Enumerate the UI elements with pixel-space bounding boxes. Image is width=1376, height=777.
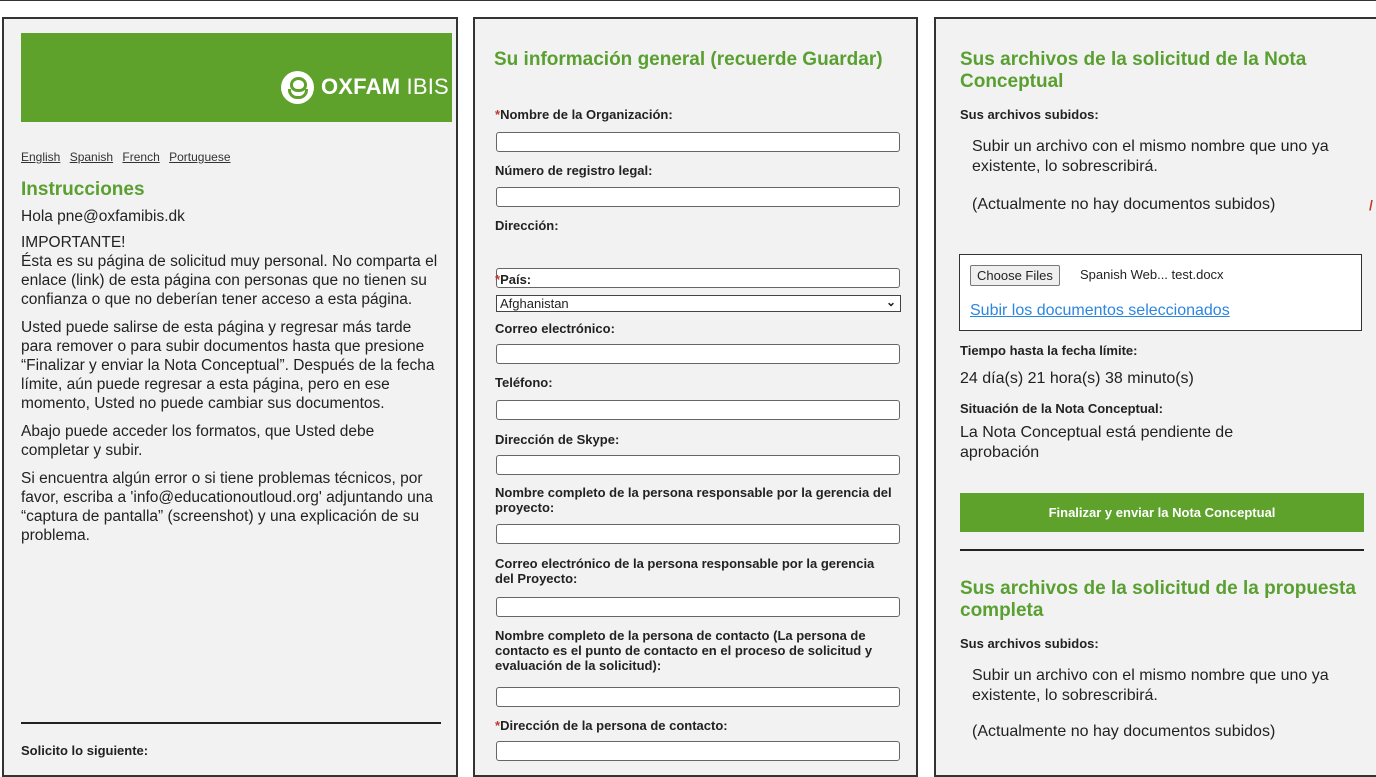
lang-portuguese-link[interactable]: Portuguese [169,150,230,164]
email-label: Correo electrónico: [495,321,615,336]
skype-label: Dirección de Skype: [495,432,620,447]
country-label: *País: [495,272,532,287]
contact-address-input[interactable] [496,741,900,761]
divider [21,722,441,724]
concept-no-docs: (Actualmente no hay documentos subidos) [972,196,1276,213]
oxfam-logo-text: OXFAM IBIS [321,74,449,99]
address-label: Dirección: [495,218,559,233]
phone-input[interactable] [496,400,900,420]
org-name-input[interactable] [496,132,900,152]
manager-email-input[interactable] [496,597,900,617]
instructions-para-3: Abajo puede acceder los formatos, que Us… [21,423,375,459]
concept-upload-box: Choose Files Spanish Web... test.docx Su… [959,254,1362,331]
oxfam-logo-icon [281,71,314,104]
edge-marker-icon: / [1369,197,1373,213]
instructions-title: Instrucciones [21,179,145,200]
manager-name-label: Nombre completo de la persona responsabl… [495,485,892,515]
deadline-label: Tiempo hasta la fecha límite: [960,343,1138,358]
contact-name-label: Nombre completo de la persona de contact… [495,628,873,673]
language-links: English Spanish French Portuguese [21,150,237,164]
choose-files-button[interactable]: Choose Files [970,265,1060,286]
proposal-no-docs: (Actualmente no hay documentos subidos) [972,723,1276,740]
manager-email-label: Correo electrónico de la persona respons… [495,556,875,586]
proposal-overwrite-note: Subir un archivo con el mismo nombre que… [972,667,1329,704]
email-input[interactable] [496,344,900,364]
lang-english-link[interactable]: English [21,150,60,164]
oxfam-logo-banner: OXFAM IBIS [21,33,452,122]
deadline-value: 24 día(s) 21 hora(s) 38 minuto(s) [960,370,1194,387]
top-divider [0,0,1376,1]
selected-file-name: Spanish Web... test.docx [1080,267,1224,282]
legal-reg-input[interactable] [496,187,900,207]
org-name-label: *Nombre de la Organización: [495,107,673,122]
important-label: IMPORTANTE! [21,234,126,251]
request-label: Solicito lo siguiente: [21,743,149,758]
phone-label: Teléfono: [495,375,553,390]
important-text: Ésta es su página de solicitud muy perso… [21,253,438,308]
lang-french-link[interactable]: French [122,150,159,164]
full-proposal-title: Sus archivos de la solicitud de la propu… [960,578,1356,621]
upload-selected-link[interactable]: Subir los documentos seleccionados [970,302,1230,320]
contact-name-input[interactable] [496,687,900,707]
concept-uploaded-label: Sus archivos subidos: [960,107,1099,122]
finalize-submit-button[interactable]: Finalizar y enviar la Nota Conceptual [960,493,1364,532]
country-select[interactable]: Afghanistan ⌄ [496,295,901,312]
status-value: La Nota Conceptual está pendiente de apr… [960,424,1234,461]
general-info-title: Su información general (recuerde Guardar… [494,49,883,70]
status-label: Situación de la Nota Conceptual: [960,401,1163,416]
instructions-panel: OXFAM IBIS English Spanish French Portug… [2,17,458,777]
skype-input[interactable] [496,455,900,475]
greeting-text: Hola pne@oxfamibis.dk [21,208,185,225]
instructions-para-4: Si encuentra algún error o si tiene prob… [21,470,434,544]
concept-note-title: Sus archivos de la solicitud de la Nota … [960,49,1307,92]
legal-reg-label: Número de registro legal: [495,163,653,178]
important-block: IMPORTANTE! Ésta es su página de solicit… [21,233,446,554]
manager-name-input[interactable] [496,524,900,544]
proposal-uploaded-label: Sus archivos subidos: [960,636,1099,651]
divider [960,549,1364,551]
instructions-para-2: Usted puede salirse de esta página y reg… [21,319,435,412]
chevron-down-icon: ⌄ [885,295,896,309]
general-info-panel: Su información general (recuerde Guardar… [473,17,918,777]
files-panel: Sus archivos de la solicitud de la Nota … [934,17,1376,777]
contact-address-label: *Dirección de la persona de contacto: [495,718,728,733]
lang-spanish-link[interactable]: Spanish [70,150,113,164]
concept-overwrite-note: Subir un archivo con el mismo nombre que… [972,138,1329,175]
